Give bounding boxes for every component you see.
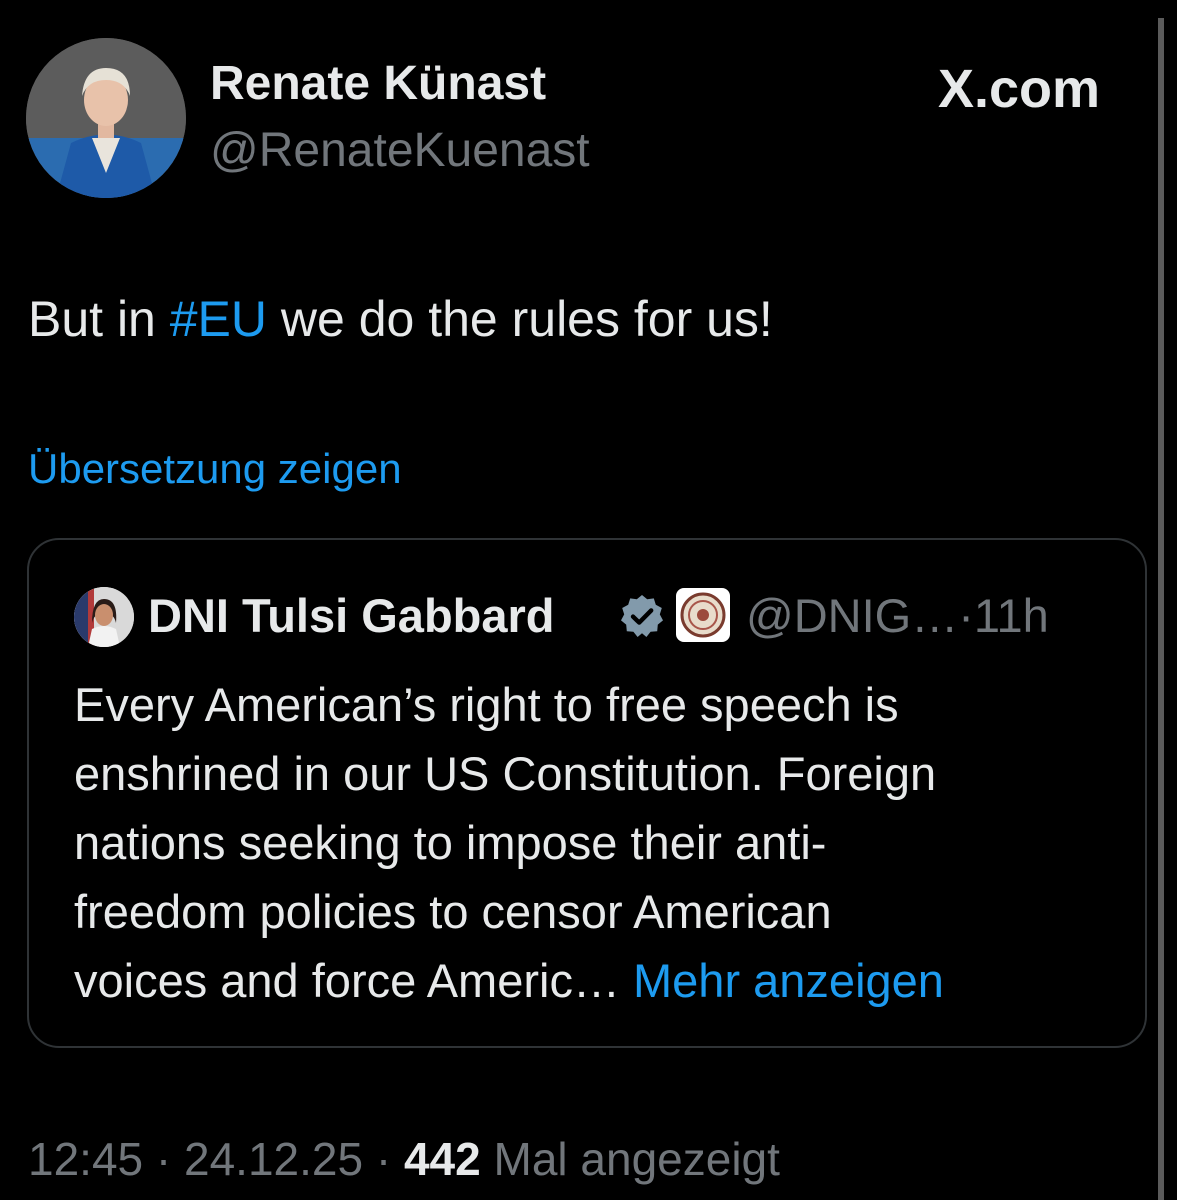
show-translation-link[interactable]: Übersetzung zeigen bbox=[28, 445, 402, 493]
seal-graphic bbox=[680, 592, 726, 638]
quoted-avatar-portrait bbox=[74, 587, 134, 647]
verified-badge-icon bbox=[621, 595, 663, 637]
tweet-time[interactable]: 12:45 bbox=[28, 1133, 143, 1185]
show-more-link[interactable]: Mehr anzeigen bbox=[633, 954, 944, 1007]
tweet-date[interactable]: 24.12.25 bbox=[184, 1133, 363, 1185]
affiliation-seal-icon[interactable] bbox=[676, 588, 730, 642]
quoted-text-line: nations seeking to impose their anti- bbox=[74, 816, 827, 869]
meta-separator: · bbox=[143, 1133, 185, 1185]
quoted-text-last-line: voices and force Americ… Mehr anzeigen bbox=[74, 946, 1084, 1015]
scrollbar[interactable] bbox=[1158, 18, 1164, 1200]
quoted-text-line: freedom policies to censor American bbox=[74, 885, 832, 938]
quoted-author-name[interactable]: DNI Tulsi Gabbard bbox=[148, 588, 555, 643]
quoted-text-line: Every American’s right to free speech is bbox=[74, 678, 899, 731]
quoted-author-avatar[interactable] bbox=[74, 587, 134, 647]
meta-separator: · bbox=[958, 589, 974, 642]
author-avatar[interactable] bbox=[26, 38, 186, 198]
author-handle[interactable]: @RenateKuenast bbox=[210, 123, 590, 178]
meta-separator: · bbox=[363, 1133, 404, 1185]
tweet-text-after: we do the rules for us! bbox=[267, 291, 773, 347]
quoted-text-truncated: voices and force Americ… bbox=[74, 954, 620, 1007]
hashtag-link[interactable]: #EU bbox=[170, 291, 267, 347]
quoted-text-line: enshrined in our US Constitution. Foreig… bbox=[74, 747, 937, 800]
brand-label: X.com bbox=[938, 59, 1101, 119]
quoted-handle-line: @DNIG…·11h bbox=[746, 588, 1049, 643]
quoted-timestamp[interactable]: 11h bbox=[974, 589, 1049, 642]
quoted-tweet-text: Every American’s right to free speech is… bbox=[74, 670, 1084, 1015]
author-display-name[interactable]: Renate Künast bbox=[210, 56, 546, 111]
avatar-portrait bbox=[26, 38, 186, 198]
quoted-author-handle[interactable]: @DNIG… bbox=[746, 589, 958, 642]
view-count-label: Mal angezeigt bbox=[480, 1133, 780, 1185]
tweet-text-before: But in bbox=[28, 291, 170, 347]
view-count: 442 bbox=[403, 1133, 481, 1185]
tweet-text: But in #EU we do the rules for us! bbox=[28, 290, 773, 348]
tweet-meta: 12:45 · 24.12.25 · 442 Mal angezeigt bbox=[28, 1132, 780, 1186]
